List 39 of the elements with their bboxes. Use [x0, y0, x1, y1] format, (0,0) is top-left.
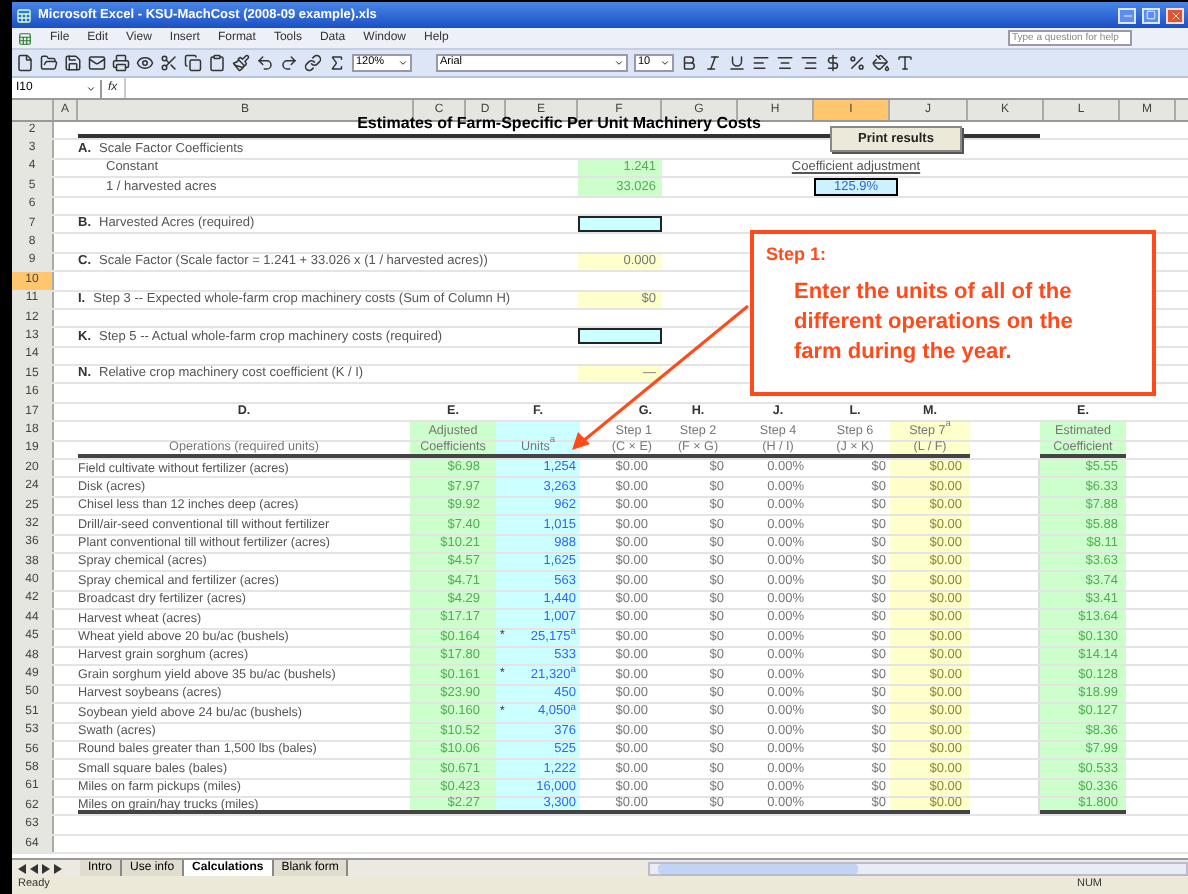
close-button[interactable]	[1166, 7, 1184, 23]
sheet-title: Estimates of Farm-Specific Per Unit Machinery Costs	[357, 116, 761, 133]
sigma-icon[interactable]	[328, 54, 346, 72]
folder-icon[interactable]	[40, 54, 58, 72]
scissors-icon[interactable]	[160, 54, 178, 72]
minimize-icon	[1121, 9, 1133, 21]
underline-icon[interactable]	[728, 54, 746, 72]
preview-icon[interactable]	[136, 54, 154, 72]
save-icon[interactable]	[64, 54, 82, 72]
align-center-icon[interactable]	[776, 54, 794, 72]
redo-icon[interactable]	[280, 54, 298, 72]
currency-icon[interactable]	[824, 54, 842, 72]
align-right-icon[interactable]	[800, 54, 818, 72]
undo-icon[interactable]	[256, 54, 274, 72]
fill-color-icon[interactable]	[872, 54, 890, 72]
minimize-button[interactable]	[1118, 7, 1136, 23]
bold-icon[interactable]	[680, 54, 698, 72]
callout-text: Enter the units of all of the different operations on the farm during the year.	[794, 277, 1075, 367]
new-file-icon[interactable]	[16, 54, 34, 72]
printer-icon[interactable]	[112, 54, 130, 72]
callout-heading: Step 1:	[766, 242, 829, 268]
font-color-icon[interactable]	[896, 54, 914, 72]
input-field[interactable]	[578, 216, 662, 233]
copy-icon[interactable]	[184, 54, 202, 72]
align-left-icon[interactable]	[752, 54, 770, 72]
clipboard-icon[interactable]	[208, 54, 226, 72]
input-field[interactable]	[578, 328, 662, 345]
maximize-icon	[1146, 10, 1156, 20]
horizontal-scrollbar[interactable]	[648, 861, 1188, 875]
spreadsheet-icon	[16, 7, 32, 23]
maximize-button[interactable]	[1142, 7, 1160, 23]
italic-icon[interactable]	[704, 54, 722, 72]
header-cell	[496, 422, 580, 440]
link-icon[interactable]	[304, 54, 322, 72]
close-icon	[1169, 9, 1181, 21]
percent-icon[interactable]	[848, 54, 866, 72]
paintbrush-icon[interactable]	[232, 54, 250, 72]
envelope-icon[interactable]	[88, 54, 106, 72]
spreadsheet-icon[interactable]	[18, 31, 32, 45]
